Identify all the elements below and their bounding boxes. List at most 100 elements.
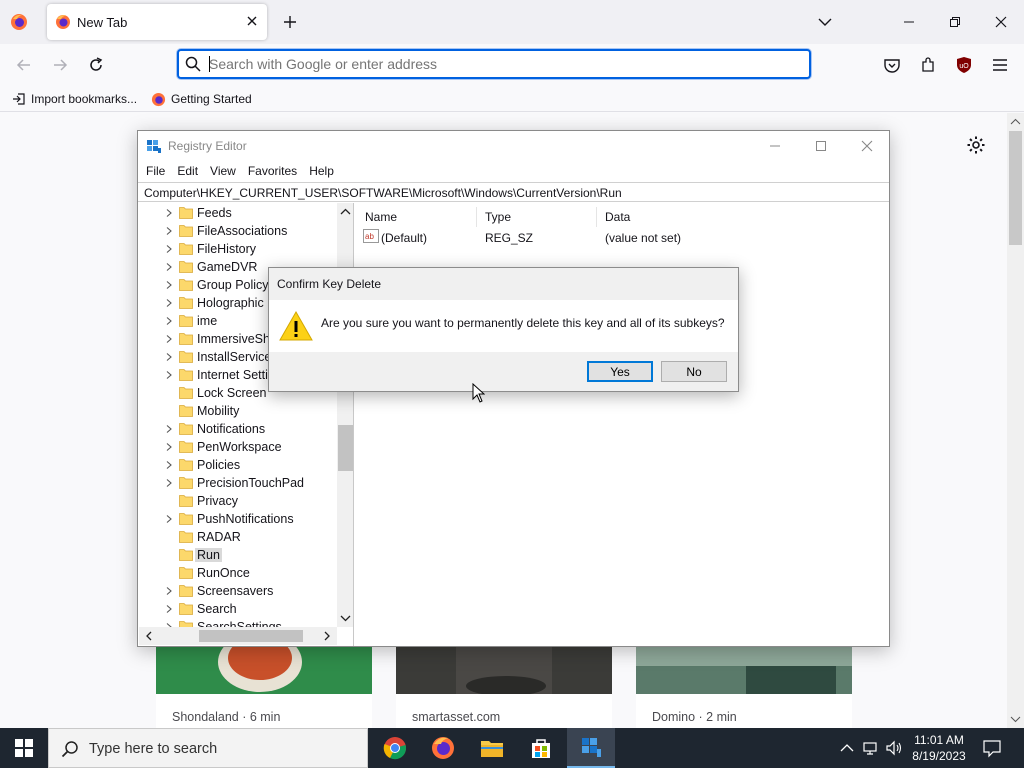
tree-item[interactable]: FileHistory [139, 240, 339, 258]
tree-item-label: Feeds [197, 206, 232, 220]
registry-address-bar[interactable]: Computer\HKEY_CURRENT_USER\SOFTWARE\Micr… [138, 182, 889, 202]
scroll-left-icon[interactable] [142, 627, 156, 645]
firefox-taskbar-button[interactable] [419, 728, 467, 768]
folder-icon [481, 741, 503, 757]
url-input[interactable] [209, 54, 789, 74]
chevron-right-icon[interactable] [165, 317, 173, 325]
chevron-right-icon[interactable] [165, 335, 173, 343]
menu-edit[interactable]: Edit [173, 161, 202, 181]
hamburger-menu-icon[interactable] [991, 56, 1009, 74]
start-button[interactable] [0, 728, 48, 768]
registry-editor-taskbar-button[interactable] [567, 728, 615, 768]
file-explorer-taskbar-button[interactable] [468, 728, 516, 768]
tree-item[interactable]: Notifications [139, 420, 339, 438]
chevron-right-icon[interactable] [165, 515, 173, 523]
value-row[interactable]: ab (Default) REG_SZ (value not set) [363, 229, 883, 249]
chevron-right-icon[interactable] [165, 425, 173, 433]
windows-taskbar: Type here to search 11:01 AM 8/19/2023 [0, 728, 1024, 768]
restore-button[interactable] [932, 0, 978, 44]
chrome-taskbar-button[interactable] [371, 728, 419, 768]
pocket-icon[interactable] [883, 56, 901, 74]
list-all-tabs-chevron-icon[interactable] [818, 16, 832, 28]
volume-icon[interactable] [885, 739, 903, 757]
import-bookmarks-item[interactable]: Import bookmarks... [12, 90, 137, 108]
chevron-right-icon[interactable] [165, 245, 173, 253]
svg-text:uO: uO [959, 63, 969, 70]
tree-item[interactable]: FileAssociations [139, 222, 339, 240]
page-scrollbar[interactable] [1007, 113, 1024, 728]
column-header-name[interactable]: Name [357, 207, 477, 227]
chevron-right-icon[interactable] [165, 227, 173, 235]
extensions-puzzle-icon[interactable] [919, 56, 937, 74]
chevron-right-icon[interactable] [165, 281, 173, 289]
tab-new-tab[interactable]: New Tab [47, 4, 267, 40]
tree-horizontal-scrollbar[interactable] [139, 627, 337, 645]
close-window-button[interactable] [844, 131, 890, 161]
story-card[interactable]: Shondaland · 6 min [156, 646, 372, 728]
tree-item[interactable]: Mobility [139, 402, 339, 420]
close-window-button[interactable] [978, 0, 1024, 44]
system-clock[interactable]: 11:01 AM 8/19/2023 [906, 732, 972, 764]
taskbar-search-box[interactable]: Type here to search [48, 728, 368, 768]
menu-help[interactable]: Help [305, 161, 338, 181]
firefox-view-icon[interactable] [10, 13, 28, 31]
show-hidden-icons-chevron-icon[interactable] [838, 739, 856, 757]
no-button[interactable]: No [661, 361, 727, 382]
menu-view[interactable]: View [206, 161, 240, 181]
back-arrow-icon[interactable] [15, 56, 33, 74]
chevron-right-icon[interactable] [165, 371, 173, 379]
column-header-type[interactable]: Type [477, 207, 597, 227]
value-name: (Default) [381, 231, 428, 245]
tree-item[interactable]: Feeds [139, 204, 339, 222]
maximize-button[interactable] [798, 131, 844, 161]
getting-started-bookmark[interactable]: Getting Started [151, 90, 252, 108]
scrollbar-thumb[interactable] [1009, 131, 1022, 245]
new-tab-plus-icon[interactable] [281, 13, 299, 31]
address-bar[interactable] [177, 49, 811, 79]
close-tab-icon[interactable] [245, 14, 259, 28]
network-icon[interactable] [862, 739, 880, 757]
forward-arrow-icon[interactable] [51, 56, 69, 74]
scroll-down-icon[interactable] [337, 611, 354, 625]
ublock-origin-icon[interactable]: uO [955, 56, 973, 74]
tree-item[interactable]: PrecisionTouchPad [139, 474, 339, 492]
chevron-right-icon[interactable] [165, 443, 173, 451]
notifications-icon[interactable] [982, 738, 1002, 758]
yes-button[interactable]: Yes [587, 361, 653, 382]
tree-item[interactable]: RADAR [139, 528, 339, 546]
menu-file[interactable]: File [142, 161, 169, 181]
scrollbar-thumb[interactable] [199, 630, 303, 642]
minimize-button[interactable] [752, 131, 798, 161]
scroll-up-icon[interactable] [337, 205, 354, 219]
minimize-button[interactable] [886, 0, 932, 44]
chevron-right-icon[interactable] [165, 299, 173, 307]
scroll-down-icon[interactable] [1007, 712, 1024, 726]
chevron-right-icon[interactable] [165, 209, 173, 217]
search-icon [185, 56, 201, 72]
chevron-right-icon[interactable] [165, 461, 173, 469]
tree-item[interactable]: Policies [139, 456, 339, 474]
menu-favorites[interactable]: Favorites [244, 161, 301, 181]
gear-icon[interactable] [966, 135, 986, 155]
scrollbar-thumb[interactable] [338, 425, 353, 471]
reload-icon[interactable] [87, 56, 105, 74]
chevron-right-icon[interactable] [165, 263, 173, 271]
scroll-right-icon[interactable] [320, 627, 334, 645]
tree-item[interactable]: Search [139, 600, 339, 618]
chevron-right-icon[interactable] [165, 605, 173, 613]
tree-item[interactable]: Run [139, 546, 339, 564]
story-card[interactable]: Domino · 2 min [636, 646, 852, 728]
tree-item[interactable]: RunOnce [139, 564, 339, 582]
tree-item[interactable]: Privacy [139, 492, 339, 510]
tree-item[interactable]: Screensavers [139, 582, 339, 600]
registry-editor-titlebar[interactable]: Registry Editor [138, 131, 889, 161]
microsoft-store-taskbar-button[interactable] [517, 728, 565, 768]
scroll-up-icon[interactable] [1007, 115, 1024, 129]
story-card[interactable]: smartasset.com [396, 646, 612, 728]
chevron-right-icon[interactable] [165, 587, 173, 595]
column-header-data[interactable]: Data [597, 207, 887, 227]
chevron-right-icon[interactable] [165, 479, 173, 487]
tree-item[interactable]: PushNotifications [139, 510, 339, 528]
chevron-right-icon[interactable] [165, 353, 173, 361]
tree-item[interactable]: PenWorkspace [139, 438, 339, 456]
